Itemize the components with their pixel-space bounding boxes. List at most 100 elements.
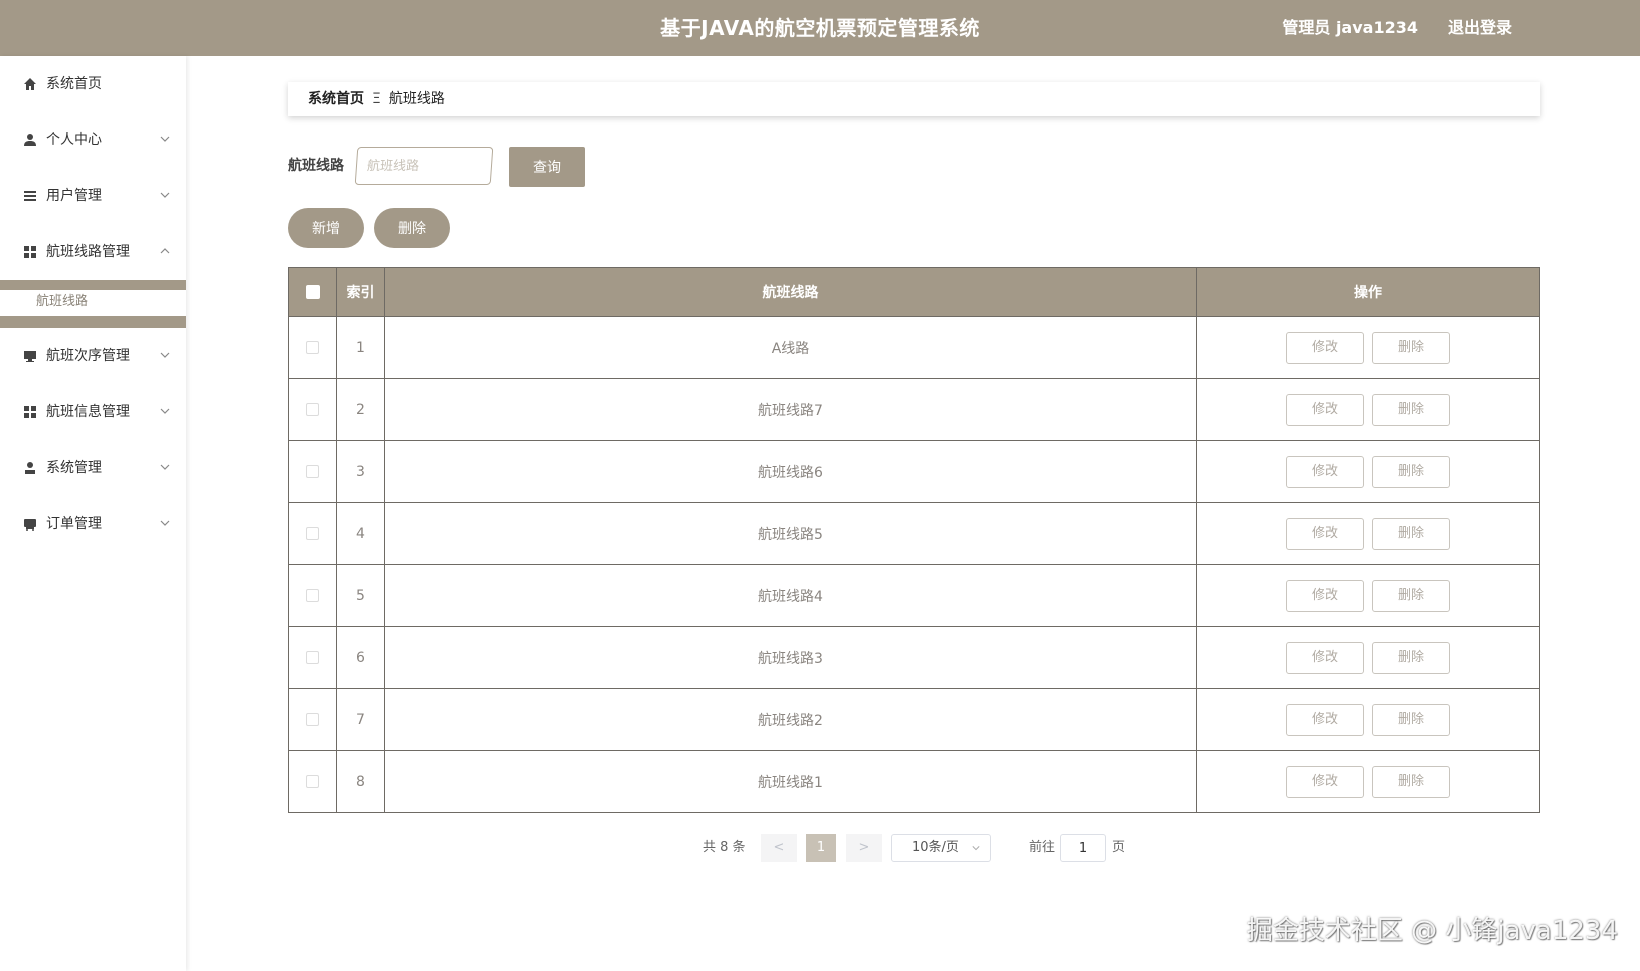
row-checkbox-cell [288,502,337,565]
sidebar-item-label: 订单管理 [46,516,102,532]
sidebar-item-order-management[interactable]: 订单管理 [0,496,186,552]
row-checkbox[interactable] [306,465,319,478]
column-header-index: 索引 [336,267,385,317]
delete-button[interactable]: 删除 [1372,455,1450,488]
chevron-down-icon [160,136,170,142]
row-checkbox[interactable] [306,775,319,788]
route-search-input[interactable] [354,147,494,185]
query-button[interactable]: 查询 [509,147,585,187]
edit-button[interactable]: 修改 [1286,579,1364,612]
edit-button[interactable]: 修改 [1286,393,1364,426]
breadcrumb-separator: Ξ [372,91,381,107]
row-checkbox-cell [288,378,337,441]
edit-button[interactable]: 修改 [1286,331,1364,364]
sidebar-item-flight-info-management[interactable]: 航班信息管理 [0,384,186,440]
search-label: 航班线路 [288,158,344,174]
row-index: 3 [336,440,385,503]
row-route: 航班线路5 [384,502,1197,565]
row-checkbox[interactable] [306,341,319,354]
sidebar-item-personal-center[interactable]: 个人中心 [0,112,186,168]
row-index: 1 [336,316,385,379]
table-row: 1 A线路 修改 删除 [288,316,1540,379]
sidebar-item-system-management[interactable]: 系统管理 [0,440,186,496]
row-actions: 修改 删除 [1196,688,1540,751]
delete-button[interactable]: 删除 [1372,517,1450,550]
sidebar-item-label: 航班信息管理 [46,404,130,420]
list-icon [24,191,36,201]
batch-delete-button[interactable]: 删除 [374,208,450,248]
breadcrumb-home[interactable]: 系统首页 [308,91,364,107]
row-route: 航班线路2 [384,688,1197,751]
row-checkbox[interactable] [306,403,319,416]
row-route: 航班线路6 [384,440,1197,503]
page-size-value: 10条/页 [912,840,959,855]
row-index: 2 [336,378,385,441]
top-bar: 基于JAVA的航空机票预定管理系统 管理员 java1234 退出登录 [0,0,1640,56]
sidebar-item-flight-order-management[interactable]: 航班次序管理 [0,328,186,384]
sidebar-subitem-route[interactable]: 航班线路 [0,290,186,314]
add-button[interactable]: 新增 [288,208,364,248]
row-index: 5 [336,564,385,627]
main-content: 系统首页 Ξ 航班线路 航班线路 查询 新增 删除 索引 航班线路 操作 1 A线路… [186,56,1640,971]
table-row: 7 航班线路2 修改 删除 [288,688,1540,751]
delete-button[interactable]: 删除 [1372,579,1450,612]
breadcrumb-current: 航班线路 [388,91,445,107]
pager-current-page[interactable]: 1 [806,834,836,862]
delete-button[interactable]: 删除 [1372,331,1450,364]
select-all-checkbox[interactable] [305,285,320,299]
table-row: 6 航班线路3 修改 删除 [288,626,1540,689]
row-route: A线路 [384,316,1197,379]
page-size-select[interactable]: 10条/页 [891,834,991,862]
select-all-cell [288,267,337,317]
sidebar-item-label: 个人中心 [46,132,102,148]
sidebar-item-user-management[interactable]: 用户管理 [0,168,186,224]
table-header-row: 索引 航班线路 操作 [288,267,1540,317]
route-table: 索引 航班线路 操作 1 A线路 修改 删除 2 航班线路7 修改 删除 3 航班线… [288,267,1540,813]
pager-next-button[interactable]: > [846,834,882,862]
delete-button[interactable]: 删除 [1372,703,1450,736]
row-actions: 修改 删除 [1196,564,1540,627]
table-row: 2 航班线路7 修改 删除 [288,378,1540,441]
sidebar-item-label: 系统管理 [46,460,102,476]
column-header-actions: 操作 [1196,267,1540,317]
row-checkbox-cell [288,440,337,503]
delete-button[interactable]: 删除 [1372,393,1450,426]
logout-link[interactable]: 退出登录 [1448,0,1512,56]
sidebar-item-label: 航班线路管理 [46,244,130,260]
row-index: 7 [336,688,385,751]
chevron-down-icon [160,408,170,414]
row-index: 6 [336,626,385,689]
cart-icon [24,519,36,531]
row-checkbox[interactable] [306,589,319,602]
edit-button[interactable]: 修改 [1286,703,1364,736]
row-checkbox-cell [288,750,337,813]
delete-button[interactable]: 删除 [1372,641,1450,674]
row-actions: 修改 删除 [1196,502,1540,565]
edit-button[interactable]: 修改 [1286,641,1364,674]
edit-button[interactable]: 修改 [1286,517,1364,550]
row-actions: 修改 删除 [1196,378,1540,441]
column-header-route: 航班线路 [384,267,1197,317]
table-row: 4 航班线路5 修改 删除 [288,502,1540,565]
pager-prev-button[interactable]: < [761,834,797,862]
row-checkbox[interactable] [306,527,319,540]
row-checkbox[interactable] [306,651,319,664]
table-row: 8 航班线路1 修改 删除 [288,750,1540,813]
breadcrumb: 系统首页 Ξ 航班线路 [288,82,1540,116]
table-row: 3 航班线路6 修改 删除 [288,440,1540,503]
edit-button[interactable]: 修改 [1286,765,1364,798]
chevron-down-icon [160,520,170,526]
row-checkbox[interactable] [306,713,319,726]
edit-button[interactable]: 修改 [1286,455,1364,488]
submenu-container: 航班线路 [0,280,186,328]
row-checkbox-cell [288,626,337,689]
pager-goto-label: 前往 [1029,840,1056,855]
sidebar-item-home[interactable]: 系统首页 [0,56,186,112]
row-actions: 修改 删除 [1196,440,1540,503]
row-actions: 修改 删除 [1196,750,1540,813]
pager-goto-input[interactable] [1060,834,1106,862]
delete-button[interactable]: 删除 [1372,765,1450,798]
sidebar-item-route-management[interactable]: 航班线路管理 [0,224,186,280]
row-route: 航班线路7 [384,378,1197,441]
sidebar-item-label: 系统首页 [46,76,102,92]
